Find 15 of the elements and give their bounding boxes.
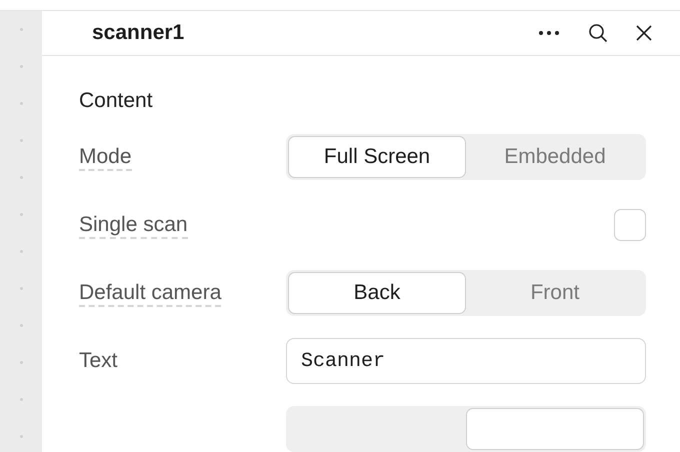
segment-option[interactable]: Back (288, 272, 466, 314)
text-field[interactable]: Scanner (286, 338, 646, 384)
search-icon[interactable] (588, 23, 608, 43)
panel-title: scanner1 (92, 20, 186, 46)
segment-option[interactable]: Embedded (466, 136, 644, 178)
checkbox[interactable] (614, 209, 646, 241)
segment-option[interactable]: Full Screen (288, 136, 466, 178)
more-icon[interactable] (538, 30, 560, 36)
field-label: Mode (79, 145, 132, 172)
segment-option[interactable]: Front (466, 272, 644, 314)
close-icon[interactable] (636, 25, 652, 41)
field-label: Single scan (79, 213, 188, 240)
section-title: Content (79, 88, 154, 114)
field-label: Default camera (79, 281, 222, 308)
field-label: Text (79, 349, 118, 372)
